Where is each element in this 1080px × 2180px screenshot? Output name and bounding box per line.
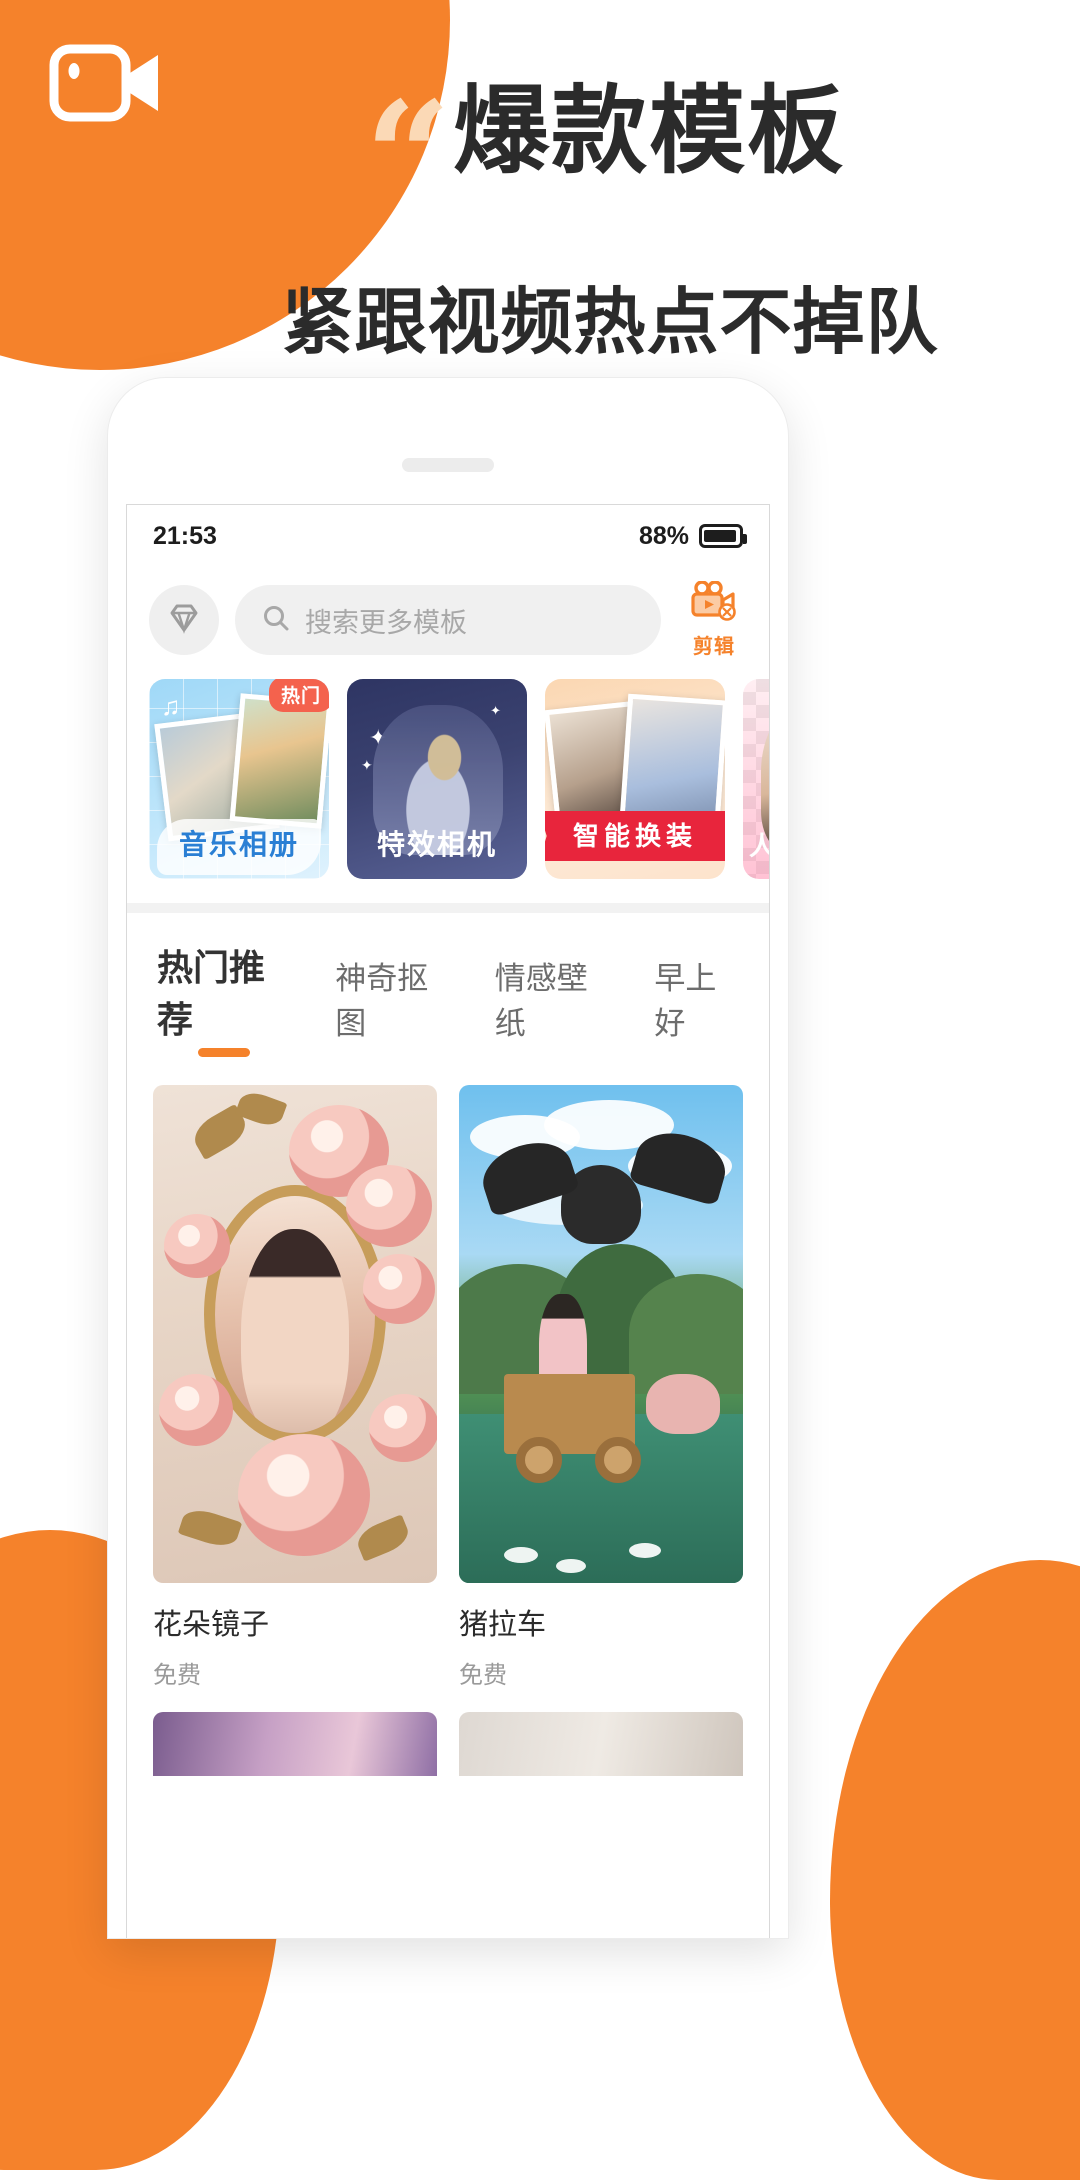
- search-input[interactable]: 搜索更多模板: [235, 585, 661, 655]
- video-scissors-icon: [689, 580, 739, 628]
- template-name: 花朵镜子: [153, 1609, 270, 1641]
- template-thumbnail[interactable]: [153, 1085, 437, 1583]
- hot-badge: 热门: [268, 679, 329, 712]
- tab-good-morning[interactable]: 早上好: [654, 953, 741, 1057]
- status-bar: 21:53 88%: [127, 505, 769, 567]
- feature-card-smart-outfit[interactable]: 智能换装: [545, 679, 725, 879]
- tab-emotion-wallpaper[interactable]: 情感壁纸: [495, 953, 611, 1057]
- template-card[interactable]: 猪拉车 免费: [459, 1085, 743, 1690]
- search-icon: [261, 603, 291, 638]
- feature-card-label: 音乐相册: [178, 829, 299, 860]
- template-name: 猪拉车: [459, 1609, 547, 1641]
- feature-card-label: 人像: [749, 826, 769, 863]
- feature-card-portrait[interactable]: 人像: [743, 679, 769, 879]
- battery-icon: [699, 524, 747, 548]
- template-grid-next-row: [127, 1690, 769, 1776]
- battery-percent: 88%: [638, 521, 689, 550]
- category-tabs[interactable]: 热门推荐 神奇抠图 情感壁纸 早上好: [127, 913, 769, 1067]
- page-subtitle: 紧跟视频热点不掉队: [281, 282, 939, 363]
- orange-bottom-right-shape: [830, 1560, 1080, 2180]
- phone-speaker: [402, 458, 494, 472]
- feature-card-label: 智能换装: [572, 821, 697, 851]
- top-toolbar: 搜索更多模板 剪辑: [127, 567, 769, 677]
- template-thumbnail[interactable]: [153, 1712, 437, 1776]
- template-card[interactable]: 花朵镜子 免费: [153, 1085, 437, 1690]
- vip-button[interactable]: [149, 585, 219, 655]
- feature-card-effects-camera[interactable]: ✦ ✦ ✦ 特效相机: [347, 679, 527, 879]
- feature-card-carousel[interactable]: ♫ 热门 音乐相册 ✦ ✦ ✦ 特效相机 智能换装: [127, 677, 769, 903]
- template-grid: 花朵镜子 免费 猪拉车 免费: [127, 1067, 769, 1690]
- page-title: 爆款模板: [453, 78, 846, 185]
- promo-headline-block: “ 爆款模板 紧跟视频热点不掉队: [0, 80, 1080, 368]
- search-placeholder: 搜索更多模板: [305, 607, 467, 638]
- diamond-icon: [164, 598, 204, 643]
- edit-button[interactable]: 剪辑: [677, 580, 751, 659]
- phone-screen: 21:53 88% 搜索更多模板 剪辑 ♫ 热门 音乐相册 ✦ ✦ ✦ 特效相机…: [126, 504, 770, 1938]
- section-divider: [127, 903, 769, 913]
- quote-mark-icon: “: [364, 69, 451, 245]
- music-note-icon: ♫: [161, 691, 181, 721]
- template-price: 免费: [153, 1662, 201, 1689]
- template-price: 免费: [459, 1662, 507, 1689]
- feature-card-label: 特效相机: [376, 829, 497, 860]
- tab-magic-cutout[interactable]: 神奇抠图: [335, 953, 451, 1057]
- template-thumbnail[interactable]: [459, 1712, 743, 1776]
- edit-button-label: 剪辑: [693, 636, 735, 658]
- phone-mockup: 21:53 88% 搜索更多模板 剪辑 ♫ 热门 音乐相册 ✦ ✦ ✦ 特效相机…: [108, 378, 788, 1938]
- template-thumbnail[interactable]: [459, 1085, 743, 1583]
- status-time: 21:53: [153, 521, 217, 550]
- tab-hot-recommend[interactable]: 热门推荐: [157, 939, 291, 1057]
- feature-card-music-album[interactable]: ♫ 热门 音乐相册: [149, 679, 329, 879]
